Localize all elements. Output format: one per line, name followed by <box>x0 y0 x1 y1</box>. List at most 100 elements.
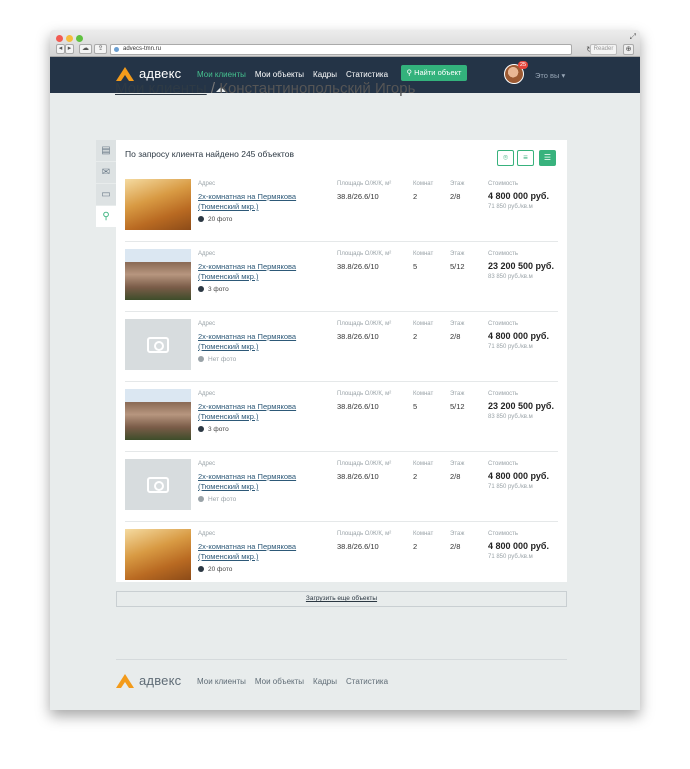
photo-count: 3 фото <box>198 286 229 293</box>
listing-row[interactable]: Адрес Площадь О/Ж/К, м² Комнат Этаж Стои… <box>125 452 558 522</box>
address-label: Адрес <box>198 531 216 537</box>
table-view-button[interactable]: ☰ <box>539 150 556 166</box>
user-menu[interactable]: Это вы ▾ <box>535 71 565 80</box>
minimize-window-button[interactable] <box>66 35 73 42</box>
logo-icon <box>116 673 134 688</box>
floor-label: Этаж <box>450 181 465 187</box>
tab-search[interactable]: ⚲ <box>96 206 116 228</box>
area-label: Площадь О/Ж/К, м² <box>337 391 392 397</box>
list-view-button[interactable]: ≡ <box>517 150 534 166</box>
floor-value: 5/12 <box>450 402 465 411</box>
area-label: Площадь О/Ж/К, м² <box>337 461 392 467</box>
area-value: 38.8/26.6/10 <box>337 402 379 411</box>
tab-documents[interactable]: ▤ <box>96 140 116 162</box>
mail-icon: ✉ <box>101 167 111 178</box>
area-label: Площадь О/Ж/К, м² <box>337 531 392 537</box>
nav-my-objects[interactable]: Мои объекты <box>255 70 304 79</box>
forward-icon[interactable]: ▸ <box>65 44 74 54</box>
cost-label: Стоимость <box>488 321 519 327</box>
downloads-icon[interactable]: ⊕ <box>623 44 634 55</box>
price-value: 4 800 000 руб. <box>488 471 549 481</box>
price-per-meter: 83 850 руб./кв.м <box>488 274 533 280</box>
photo-count-text: 3 фото <box>208 286 229 293</box>
listing-address-link[interactable]: 2х-комнатная на Пермякова (Тюменский мкр… <box>198 402 308 422</box>
price-value: 4 800 000 руб. <box>488 541 549 551</box>
notification-badge[interactable]: 25 <box>518 61 529 69</box>
results-count: По запросу клиента найдено 245 объектов <box>125 149 294 159</box>
footer-nav-statistics[interactable]: Статистика <box>346 677 388 686</box>
comment-icon: ▭ <box>101 189 111 200</box>
camera-icon <box>147 476 169 493</box>
listing-row[interactable]: Адрес Площадь О/Ж/К, м² Комнат Этаж Стои… <box>125 242 558 312</box>
listing-photo[interactable] <box>125 389 191 440</box>
footer-logo[interactable]: адвекс <box>116 673 181 688</box>
back-icon[interactable]: ◂ <box>56 44 65 54</box>
footer-nav-my-clients[interactable]: Мои клиенты <box>197 677 246 686</box>
floor-value: 2/8 <box>450 542 461 551</box>
photo-count: Нет фото <box>198 356 236 363</box>
fullscreen-icon[interactable]: ⤢ <box>630 32 636 42</box>
address-label: Адрес <box>198 181 216 187</box>
floor-value: 2/8 <box>450 332 461 341</box>
listing-row[interactable]: Адрес Площадь О/Ж/К, м² Комнат Этаж Стои… <box>125 312 558 382</box>
price-value: 4 800 000 руб. <box>488 191 549 201</box>
footer-nav-my-objects[interactable]: Мои объекты <box>255 677 304 686</box>
rooms-value: 2 <box>413 472 418 481</box>
nav-my-clients[interactable]: Мои клиенты <box>197 70 246 92</box>
find-object-button[interactable]: ⚲ Найти объект <box>401 65 467 81</box>
zoom-window-button[interactable] <box>76 35 83 42</box>
price-per-meter: 71 850 руб./кв.м <box>488 554 533 560</box>
listing-row[interactable]: Адрес Площадь О/Ж/К, м² Комнат Этаж Стои… <box>125 522 558 584</box>
logo-text: адвекс <box>139 66 182 81</box>
share-icon[interactable]: ⇪ <box>94 44 107 54</box>
logo[interactable]: адвекс <box>116 66 181 81</box>
listing-row[interactable]: Адрес Площадь О/Ж/К, м² Комнат Этаж Стои… <box>125 172 558 242</box>
listing-row[interactable]: Адрес Площадь О/Ж/К, м² Комнат Этаж Стои… <box>125 382 558 452</box>
price-per-meter: 71 850 руб./кв.м <box>488 344 533 350</box>
address-label: Адрес <box>198 461 216 467</box>
rooms-label: Комнат <box>413 531 434 537</box>
floor-value: 2/8 <box>450 472 461 481</box>
breadcrumb-my-clients[interactable]: Мои клиенты <box>115 80 207 97</box>
reader-button[interactable]: Reader <box>590 44 617 55</box>
floor-value: 5/12 <box>450 262 465 271</box>
camera-icon <box>198 426 204 432</box>
list-icon: ≡ <box>523 153 528 162</box>
search-icon: ⚲ <box>406 68 415 77</box>
floor-label: Этаж <box>450 531 465 537</box>
listing-photo[interactable] <box>125 249 191 300</box>
floor-label: Этаж <box>450 251 465 257</box>
rooms-value: 2 <box>413 192 418 201</box>
price-per-meter: 83 850 руб./кв.м <box>488 414 533 420</box>
listing-address-link[interactable]: 2х-комнатная на Пермякова (Тюменский мкр… <box>198 192 308 212</box>
listing-address-link[interactable]: 2х-комнатная на Пермякова (Тюменский мкр… <box>198 542 308 562</box>
cloud-icon[interactable]: ☁ <box>79 44 92 54</box>
load-more-button[interactable]: Загрузить еще объекты <box>116 591 567 607</box>
floor-value: 2/8 <box>450 192 461 201</box>
photo-count: Нет фото <box>198 496 236 503</box>
search-icon: ⚲ <box>102 211 110 222</box>
listing-address-link[interactable]: 2х-комнатная на Пермякова (Тюменский мкр… <box>198 262 308 282</box>
price-value: 23 200 500 руб. <box>488 261 554 271</box>
listing-address-link[interactable]: 2х-комнатная на Пермякова (Тюменский мкр… <box>198 332 308 352</box>
area-value: 38.8/26.6/10 <box>337 262 379 271</box>
map-view-button[interactable]: ⌾ <box>497 150 514 166</box>
tab-mail[interactable]: ✉ <box>96 162 116 184</box>
photo-count-text: 20 фото <box>208 216 233 223</box>
area-value: 38.8/26.6/10 <box>337 542 379 551</box>
listing-address-link[interactable]: 2х-комнатная на Пермякова (Тюменский мкр… <box>198 472 308 492</box>
table-list-icon: ☰ <box>543 153 552 162</box>
price-value: 4 800 000 руб. <box>488 331 549 341</box>
area-value: 38.8/26.6/10 <box>337 332 379 341</box>
listing-photo[interactable] <box>125 179 191 230</box>
nav-statistics[interactable]: Статистика <box>346 70 388 79</box>
address-label: Адрес <box>198 251 216 257</box>
footer-nav-staff[interactable]: Кадры <box>313 677 337 686</box>
close-window-button[interactable] <box>56 35 63 42</box>
address-bar[interactable]: advecs-tmn.ru <box>110 44 572 55</box>
nav-staff[interactable]: Кадры <box>313 70 337 79</box>
side-tabs: ▤ ✉ ▭ ⚲ <box>96 140 116 228</box>
tab-comments[interactable]: ▭ <box>96 184 116 206</box>
listing-photo[interactable] <box>125 529 191 580</box>
breadcrumb-separator: / <box>210 80 216 97</box>
